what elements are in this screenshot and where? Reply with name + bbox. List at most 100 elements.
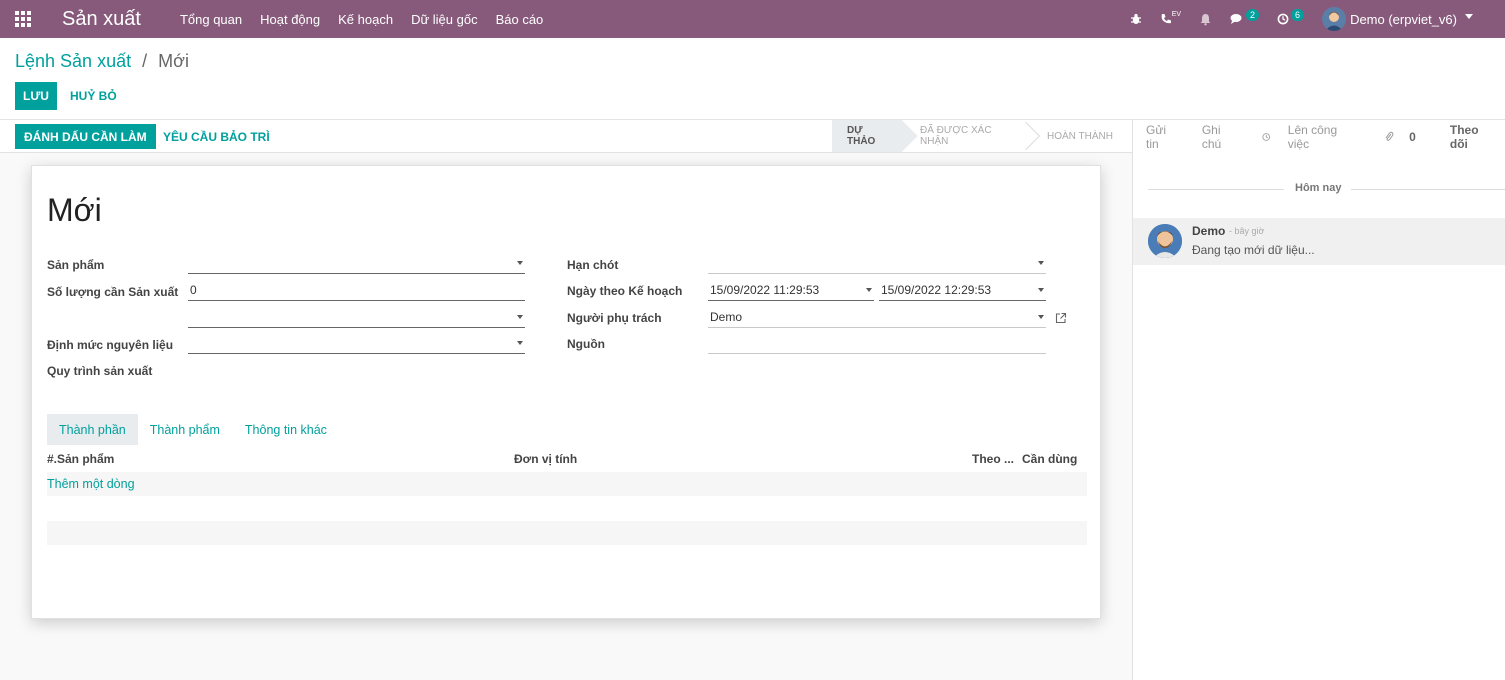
- external-link-icon[interactable]: [1055, 312, 1067, 324]
- user-avatar: [1322, 7, 1347, 31]
- schedule-activity-label: Lên công việc: [1287, 122, 1338, 151]
- activities-icon[interactable]: 6: [1277, 9, 1305, 25]
- chevron-down-icon: [866, 288, 872, 292]
- messages-icon[interactable]: 2: [1230, 9, 1260, 25]
- phone-icon[interactable]: EV: [1160, 10, 1182, 25]
- column-product[interactable]: #.Sản phẩm: [47, 452, 114, 466]
- stage-draft: DỰ THẢO: [832, 120, 918, 152]
- save-button[interactable]: LƯU: [15, 82, 57, 110]
- stage-confirmed-label: ĐÃ ĐƯỢC XÁC NHẬN: [920, 125, 992, 147]
- day-separator-label: Hôm nay: [1295, 182, 1342, 194]
- form-sheet: Mới Sản phẩm Số lượng cần Sản xuất 0 Địn…: [31, 165, 1101, 619]
- stage-done: HOÀN THÀNH: [1030, 120, 1132, 152]
- planned-date-label: Ngày theo Kế hoạch: [567, 284, 683, 298]
- menu-item-master-data[interactable]: Dữ liệu gốc: [402, 12, 487, 27]
- chatter-message: Demo - bây giờ Đang tạo mới dữ liệu...: [1133, 218, 1505, 265]
- tab-other-info[interactable]: Thông tin khác: [232, 414, 339, 445]
- bug-icon[interactable]: [1130, 13, 1142, 25]
- add-line-row: Thêm một dòng: [47, 472, 1087, 496]
- breadcrumb: Lệnh Sản xuất / Mới: [15, 51, 189, 72]
- chevron-down-icon: [1038, 315, 1044, 319]
- stage-draft-label: DỰ THẢO: [847, 125, 876, 147]
- planned-start-field[interactable]: 15/09/2022 11:29:53: [708, 281, 874, 301]
- mark-as-todo-button[interactable]: ĐÁNH DẤU CẦN LÀM: [15, 124, 156, 149]
- chatter-topbar: Gửi tin Ghi chú Lên công việc 0 Theo dõi: [1133, 120, 1505, 153]
- attachments-count: 0: [1409, 129, 1416, 144]
- message-author[interactable]: Demo: [1192, 224, 1225, 238]
- main-menu: Tổng quan Hoạt động Kế hoạch Dữ liệu gốc…: [171, 12, 552, 27]
- messages-count-badge: 2: [1246, 9, 1260, 21]
- add-line-link[interactable]: Thêm một dòng: [47, 477, 135, 491]
- clock-icon: [1262, 132, 1271, 141]
- discard-button[interactable]: HUỶ BỎ: [70, 82, 117, 110]
- deadline-field[interactable]: [708, 254, 1046, 274]
- notebook-tabs: Thành phần Thành phẩm Thông tin khác: [47, 414, 339, 445]
- tab-components[interactable]: Thành phần: [47, 414, 138, 445]
- planned-end-field[interactable]: 15/09/2022 12:29:53: [879, 281, 1046, 301]
- apps-menu-icon[interactable]: [0, 0, 46, 38]
- breadcrumb-current: Mới: [158, 51, 189, 71]
- stage-pipeline: DỰ THẢO ĐÃ ĐƯỢC XÁC NHẬN HOÀN THÀNH: [832, 120, 1132, 152]
- product-label: Sản phẩm: [47, 258, 105, 272]
- product-field[interactable]: [188, 254, 525, 274]
- responsible-field[interactable]: Demo: [708, 308, 1046, 328]
- planned-start-value: 15/09/2022 11:29:53: [710, 283, 820, 297]
- schedule-activity-button[interactable]: Lên công việc: [1262, 123, 1362, 151]
- top-navbar: Sản xuất Tổng quan Hoạt động Kế hoạch Dữ…: [0, 0, 1505, 38]
- deadline-label: Hạn chót: [567, 258, 619, 272]
- chatter-panel: Gửi tin Ghi chú Lên công việc 0 Theo dõi…: [1132, 120, 1505, 680]
- uom-field[interactable]: [188, 308, 525, 328]
- breadcrumb-parent[interactable]: Lệnh Sản xuất: [15, 51, 131, 71]
- source-input[interactable]: [708, 334, 1046, 354]
- activities-count-badge: 6: [1291, 9, 1305, 21]
- table-row: [47, 521, 1087, 545]
- chevron-down-icon: [1038, 288, 1044, 292]
- record-title: Mới: [47, 192, 102, 228]
- avatar: [1148, 224, 1182, 258]
- chevron-down-icon: [517, 315, 523, 319]
- table-row: [47, 496, 1087, 520]
- app-title[interactable]: Sản xuất: [62, 8, 141, 31]
- user-menu[interactable]: Demo (erpviet_v6): [1322, 7, 1487, 31]
- phone-label: EV: [1171, 10, 1182, 18]
- chevron-down-icon: [1038, 261, 1044, 265]
- source-label: Nguồn: [567, 337, 605, 351]
- routing-label: Quy trình sản xuất: [47, 364, 153, 378]
- stage-done-label: HOÀN THÀNH: [1047, 130, 1113, 142]
- column-to-consume[interactable]: Cần dùng: [1022, 452, 1077, 466]
- menu-item-planning[interactable]: Kế hoạch: [329, 12, 402, 27]
- planned-end-value: 15/09/2022 12:29:53: [881, 283, 992, 297]
- stage-confirmed: ĐÃ ĐƯỢC XÁC NHẬN: [902, 120, 1041, 152]
- systray: EV 2 6 Demo (erpviet_v6): [1130, 0, 1505, 38]
- paperclip-icon: [1385, 131, 1394, 141]
- breadcrumb-separator: /: [142, 51, 148, 71]
- chevron-down-icon: [517, 261, 523, 265]
- quantity-input[interactable]: 0: [188, 281, 525, 301]
- chevron-down-icon: [517, 341, 523, 345]
- bom-label: Định mức nguyên liệu: [47, 338, 174, 352]
- bell-icon[interactable]: [1199, 13, 1212, 26]
- column-tracking[interactable]: Theo ...: [972, 452, 1014, 466]
- maintenance-request-button[interactable]: YÊU CẦU BẢO TRÌ: [163, 124, 270, 149]
- menu-item-reporting[interactable]: Báo cáo: [487, 12, 553, 27]
- table-header: #.Sản phẩm Đơn vị tính Theo ... Cần dùng: [47, 448, 1087, 472]
- menu-item-operations[interactable]: Hoạt động: [251, 12, 329, 27]
- attachments-button[interactable]: 0: [1384, 130, 1428, 144]
- form-statusbar: ĐÁNH DẤU CẦN LÀM YÊU CẦU BẢO TRÌ DỰ THẢO…: [0, 120, 1132, 153]
- user-name: Demo (erpviet_v6): [1350, 11, 1457, 27]
- send-message-button[interactable]: Gửi tin: [1146, 123, 1178, 151]
- message-date: - bây giờ: [1229, 226, 1265, 236]
- log-note-button[interactable]: Ghi chú: [1202, 123, 1239, 151]
- control-panel: Lệnh Sản xuất / Mới LƯU HUỶ BỎ: [0, 38, 1505, 120]
- tab-finished-products[interactable]: Thành phẩm: [138, 414, 232, 445]
- column-uom[interactable]: Đơn vị tính: [514, 452, 577, 466]
- bom-field[interactable]: [188, 334, 525, 354]
- responsible-value: Demo: [710, 310, 743, 324]
- message-body: Đang tạo mới dữ liệu...: [1192, 243, 1315, 257]
- quantity-value: 0: [190, 283, 197, 297]
- responsible-label: Người phụ trách: [567, 311, 662, 325]
- quantity-label: Số lượng cần Sản xuất: [47, 285, 179, 299]
- menu-item-overview[interactable]: Tổng quan: [171, 12, 251, 27]
- day-separator: Hôm nay: [1133, 182, 1505, 196]
- follow-button[interactable]: Theo dõi: [1450, 123, 1494, 151]
